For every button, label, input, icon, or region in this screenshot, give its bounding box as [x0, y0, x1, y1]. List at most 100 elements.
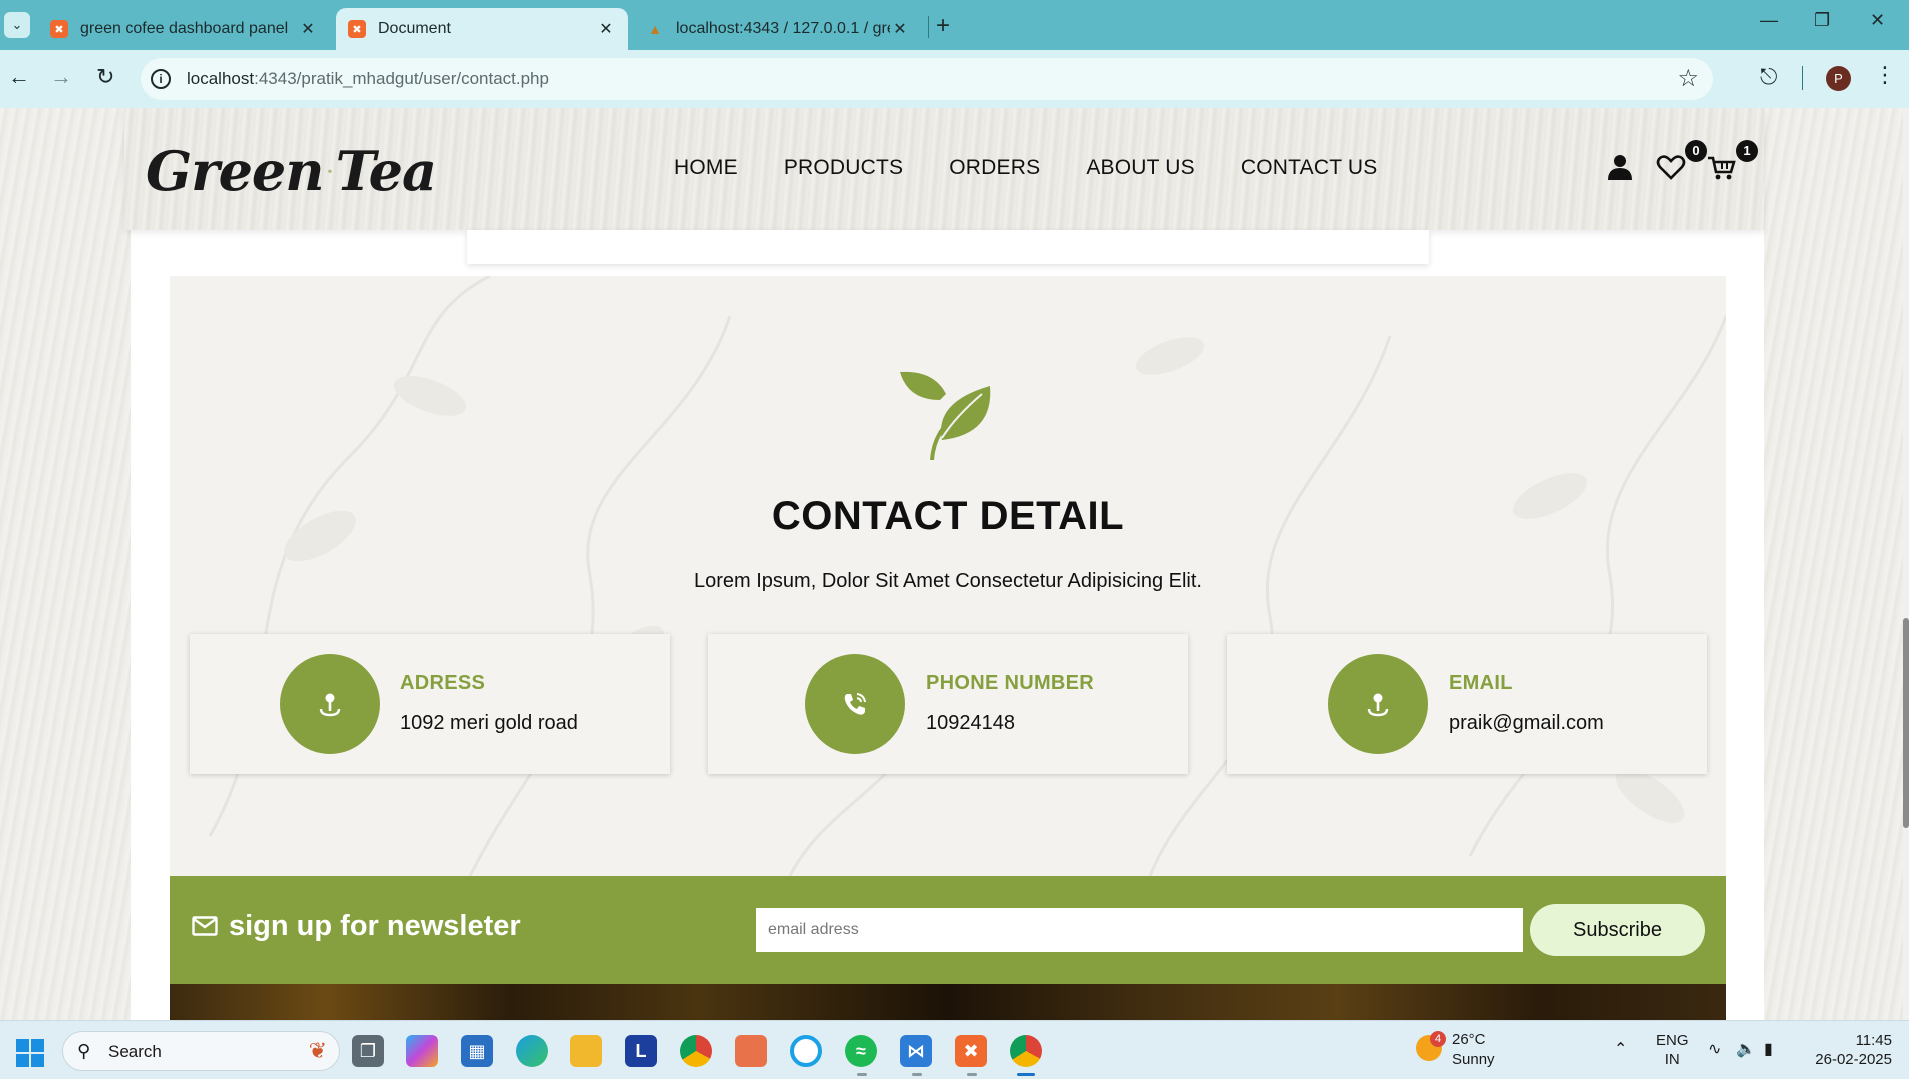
forward-arrow-icon[interactable]: → [50, 64, 72, 90]
logo-word-tea: Tea [335, 139, 437, 203]
extensions-puzzle-icon[interactable]: ⎋ [1760, 64, 1777, 90]
map-pin-icon [1367, 693, 1389, 717]
weather-condition: Sunny [1452, 1051, 1495, 1068]
coffee-cup-icon [327, 169, 332, 173]
weather-temperature: 26°C [1452, 1031, 1486, 1048]
paint-icon[interactable] [735, 1035, 767, 1067]
newsletter-email-input[interactable] [756, 908, 1523, 952]
running-indicator [912, 1073, 922, 1076]
running-indicator [857, 1073, 867, 1076]
nav-home-link[interactable]: HOME [674, 156, 738, 180]
active-app-indicator [1017, 1073, 1035, 1076]
new-tab-button[interactable]: + [936, 12, 950, 40]
logo-word-green: Green [146, 139, 325, 203]
restore-button[interactable]: ❐ [1814, 10, 1830, 31]
phone-icon-circle [805, 654, 905, 754]
subscribe-button[interactable]: Subscribe [1530, 904, 1705, 956]
vscode-icon[interactable]: ⋈ [900, 1035, 932, 1067]
language-indicator[interactable]: ENG IN [1656, 1031, 1689, 1069]
region-code: IN [1664, 1051, 1680, 1068]
phpmyadmin-icon: ▲ [648, 21, 662, 37]
previous-section-card [467, 230, 1429, 264]
tab-search-dropdown-icon[interactable]: ⌄ [4, 12, 30, 38]
browser-tab-document[interactable]: ✖ Document ✕ [336, 8, 628, 50]
search-highlight-icon: ❦ [308, 1038, 327, 1063]
browser-tab-dashboard[interactable]: ✖ green cofee dashboard panel ✕ [38, 8, 330, 50]
wishlist-count-badge: 0 [1685, 140, 1707, 162]
taskbar-search-box[interactable]: ⚲ Search ❦ [62, 1031, 340, 1071]
contact-detail-subtitle: Lorem Ipsum, Dolor Sit Amet Consectetur … [694, 570, 1202, 592]
address-value: 1092 meri gold road [400, 712, 578, 734]
browser-tab-bar: ⌄ ✖ green cofee dashboard panel ✕ ✖ Docu… [0, 0, 1909, 50]
volume-icon[interactable]: 🔈 [1736, 1039, 1756, 1059]
xampp-icon: ✖ [50, 20, 68, 38]
spotify-icon[interactable]: ≈ [845, 1035, 877, 1067]
url-text[interactable]: localhost:4343/pratik_mhadgut/user/conta… [187, 69, 549, 89]
email-title: EMAIL [1449, 672, 1513, 694]
windows-start-icon[interactable] [16, 1039, 44, 1067]
contact-detail-heading: CONTACT DETAIL [771, 494, 1125, 538]
address-icon-circle [280, 654, 380, 754]
xampp-icon[interactable]: ✖ [955, 1035, 987, 1067]
clock-time: 11:45 [1855, 1032, 1892, 1049]
store-icon[interactable]: ▦ [461, 1035, 493, 1067]
user-icon[interactable] [1605, 152, 1635, 182]
mail-icon [192, 916, 218, 936]
taskbar-clock[interactable]: 11:45 26-02-2025 [1800, 1031, 1892, 1069]
battery-icon[interactable]: ▮ [1764, 1039, 1773, 1059]
language-code: ENG [1656, 1032, 1689, 1049]
close-icon[interactable]: ✕ [298, 19, 318, 39]
edge-icon[interactable] [516, 1035, 548, 1067]
footer-background-image [170, 984, 1726, 1020]
nav-contact-link[interactable]: CONTACT US [1241, 156, 1378, 180]
site-header: Green Tea HOME PRODUCTS ORDERS ABOUT US … [124, 108, 1764, 230]
contact-detail-section: CONTACT DETAIL Lorem Ipsum, Dolor Sit Am… [170, 276, 1726, 876]
bookmark-star-icon[interactable]: ☆ [1677, 64, 1699, 93]
heart-icon[interactable] [1656, 152, 1686, 182]
site-logo[interactable]: Green Tea [146, 126, 437, 216]
site-info-icon[interactable]: i [151, 69, 171, 89]
close-icon[interactable]: ✕ [890, 19, 910, 39]
url-path: :4343/pratik_mhadgut/user/contact.php [254, 69, 549, 88]
tab-title: green cofee dashboard panel [80, 20, 289, 37]
chevron-up-icon[interactable]: ⌃ [1614, 1039, 1627, 1059]
phone-title: PHONE NUMBER [926, 672, 1095, 694]
weather-notification-badge: 4 [1430, 1031, 1446, 1047]
close-window-button[interactable]: ✕ [1870, 10, 1885, 31]
profile-avatar[interactable]: P [1826, 66, 1851, 91]
cart-count-badge: 1 [1736, 140, 1758, 162]
leaf-icon [900, 371, 991, 460]
address-bar[interactable]: i localhost:4343/pratik_mhadgut/user/con… [141, 58, 1713, 100]
email-card: EMAIL praik@gmail.com [1227, 634, 1707, 774]
nav-about-link[interactable]: ABOUT US [1086, 156, 1195, 180]
cart-icon[interactable] [1706, 152, 1736, 182]
running-indicator [967, 1073, 977, 1076]
browser-tab-phpmyadmin[interactable]: ▲ localhost:4343 / 127.0.0.1 / gre ✕ [634, 8, 922, 50]
chrome-profile-icon[interactable] [1010, 1035, 1042, 1067]
browser-menu-icon[interactable]: ⋮ [1874, 62, 1896, 88]
copilot-icon[interactable] [406, 1035, 438, 1067]
page-scrollbar[interactable] [1903, 108, 1909, 1020]
wifi-icon[interactable]: ∿ [1708, 1039, 1721, 1059]
minimize-button[interactable]: — [1760, 10, 1778, 31]
task-view-icon[interactable]: ❐ [352, 1035, 384, 1067]
phone-icon [844, 693, 866, 715]
reload-icon[interactable]: ↻ [96, 64, 114, 90]
back-arrow-icon[interactable]: ← [8, 64, 30, 90]
tab-title: localhost:4343 / 127.0.0.1 / gre [676, 20, 890, 37]
l-app-icon[interactable]: L [625, 1035, 657, 1067]
chrome-icon[interactable] [680, 1035, 712, 1067]
tab-separator [928, 16, 929, 38]
cortana-icon[interactable] [790, 1035, 822, 1067]
map-pin-icon [319, 693, 341, 717]
nav-products-link[interactable]: PRODUCTS [784, 156, 903, 180]
file-explorer-icon[interactable] [570, 1035, 602, 1067]
nav-orders-link[interactable]: ORDERS [949, 156, 1040, 180]
phone-value: 10924148 [926, 712, 1015, 734]
scrollbar-thumb[interactable] [1903, 618, 1909, 828]
email-value: praik@gmail.com [1449, 712, 1604, 734]
main-navigation: HOME PRODUCTS ORDERS ABOUT US CONTACT US [674, 156, 1423, 180]
xampp-icon: ✖ [348, 20, 366, 38]
clock-date: 26-02-2025 [1815, 1051, 1892, 1068]
close-icon[interactable]: ✕ [596, 19, 616, 39]
